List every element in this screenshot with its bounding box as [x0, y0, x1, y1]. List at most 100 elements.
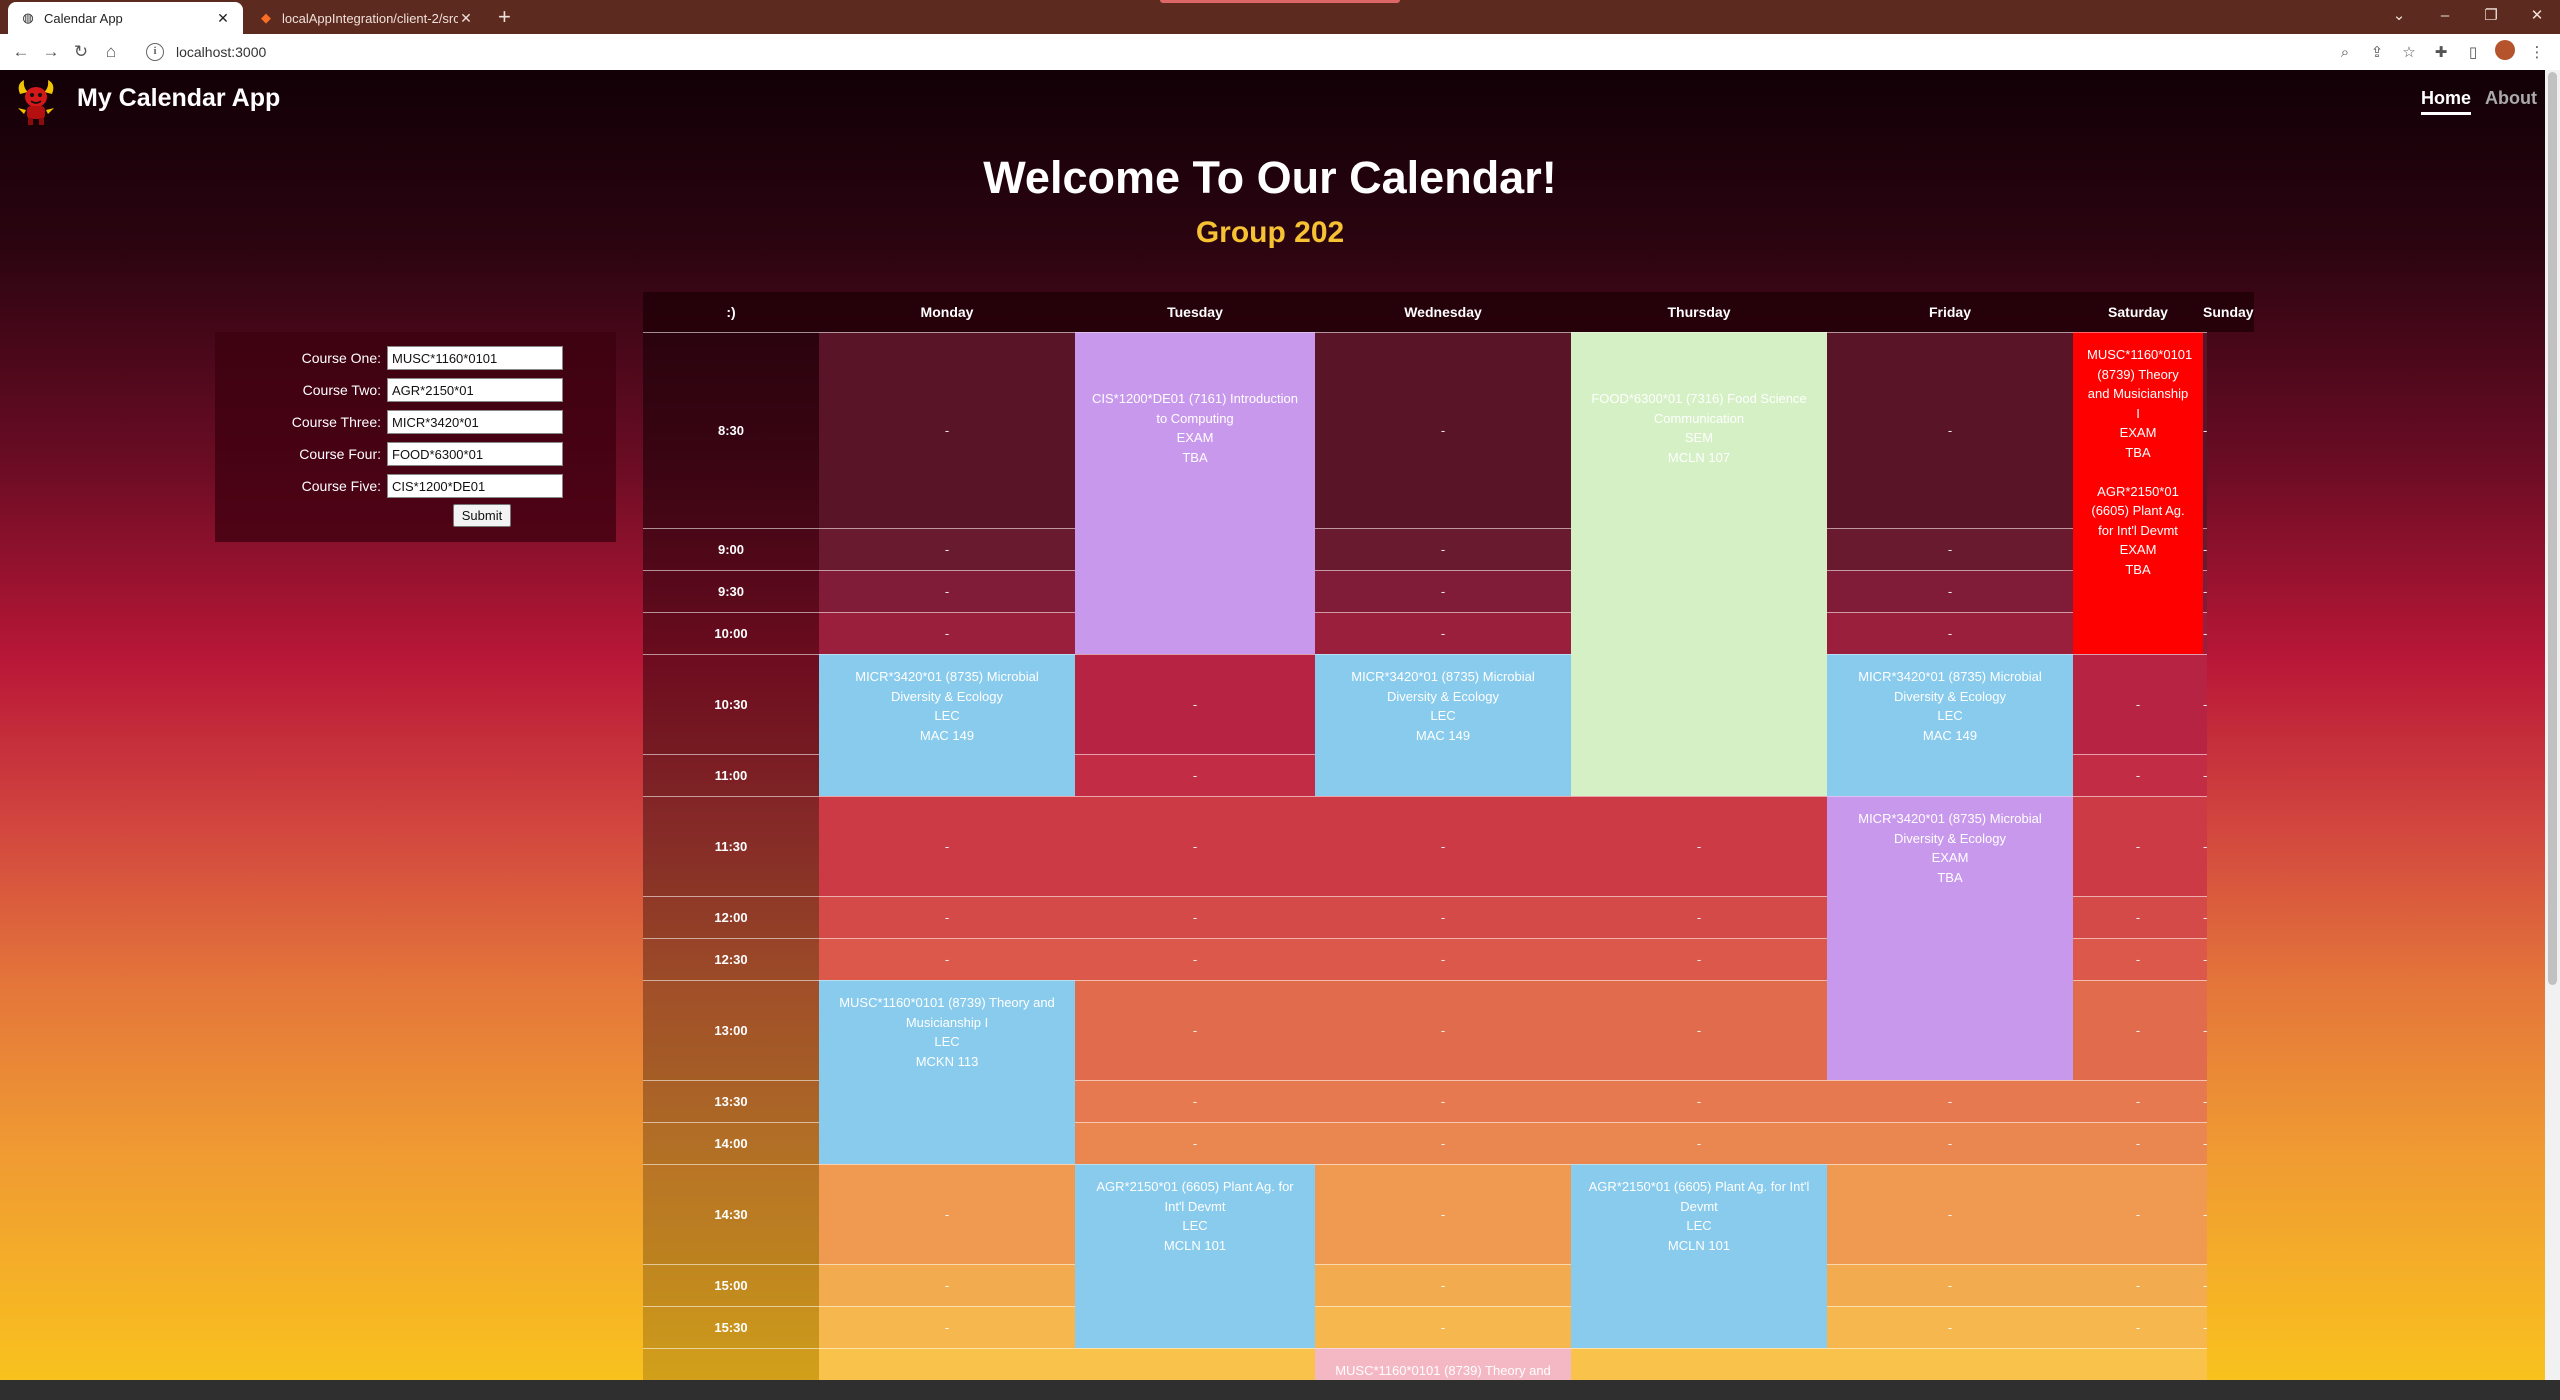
empty-slot[interactable]: -	[1315, 1122, 1571, 1164]
restore-icon[interactable]: ❐	[2468, 6, 2514, 24]
course-event[interactable]: MICR*3420*01 (8735) Microbial Diversity …	[1827, 796, 2073, 1080]
empty-slot[interactable]: -	[2203, 1080, 2208, 1122]
empty-slot[interactable]: -	[819, 938, 1075, 980]
nav-link-home[interactable]: Home	[2421, 88, 2472, 115]
empty-slot[interactable]: -	[2203, 528, 2208, 570]
empty-slot[interactable]: -	[1315, 528, 1571, 570]
empty-slot[interactable]: -	[2073, 1348, 2203, 1380]
zoom-icon[interactable]: ⌕	[2332, 44, 2358, 61]
empty-slot[interactable]: -	[2073, 654, 2203, 754]
empty-slot[interactable]: -	[1571, 1080, 1827, 1122]
empty-slot[interactable]: -	[2203, 612, 2208, 654]
empty-slot[interactable]: -	[1315, 980, 1571, 1080]
bookmark-star-icon[interactable]: ☆	[2396, 43, 2422, 61]
empty-slot[interactable]: -	[2203, 1348, 2208, 1380]
course-event[interactable]: MICR*3420*01 (8735) Microbial Diversity …	[819, 654, 1075, 796]
empty-slot[interactable]: -	[1571, 896, 1827, 938]
empty-slot[interactable]: -	[1075, 938, 1315, 980]
empty-slot[interactable]: -	[1315, 1080, 1571, 1122]
course-event[interactable]: MICR*3420*01 (8735) Microbial Diversity …	[1315, 654, 1571, 796]
nav-link-about[interactable]: About	[2485, 88, 2537, 115]
empty-slot[interactable]: -	[2203, 1264, 2208, 1306]
empty-slot[interactable]: -	[2203, 1306, 2208, 1348]
empty-slot[interactable]: -	[819, 1164, 1075, 1264]
empty-slot[interactable]: -	[1827, 1264, 2073, 1306]
share-icon[interactable]: ⇪	[2364, 43, 2390, 61]
empty-slot[interactable]: -	[819, 570, 1075, 612]
empty-slot[interactable]: -	[2203, 980, 2208, 1080]
empty-slot[interactable]: -	[1075, 896, 1315, 938]
empty-slot[interactable]: -	[2073, 1306, 2203, 1348]
course-event[interactable]: MUSC*1160*0101 (8739) Theory and Musicia…	[819, 980, 1075, 1164]
course-event[interactable]: MUSC*1160*0101 (8739) Theory and Musicia…	[2073, 332, 2203, 654]
empty-slot[interactable]: -	[1571, 1122, 1827, 1164]
empty-slot[interactable]: -	[2073, 1264, 2203, 1306]
extensions-icon[interactable]: ✚	[2428, 43, 2454, 61]
empty-slot[interactable]: -	[1827, 1348, 2073, 1380]
empty-slot[interactable]: -	[1075, 1122, 1315, 1164]
empty-slot[interactable]: -	[819, 1264, 1075, 1306]
empty-slot[interactable]: -	[819, 1306, 1075, 1348]
empty-slot[interactable]: -	[1827, 1122, 2073, 1164]
empty-slot[interactable]: -	[1315, 1164, 1571, 1264]
empty-slot[interactable]: -	[1075, 980, 1315, 1080]
empty-slot[interactable]: -	[2203, 938, 2208, 980]
course-event[interactable]: MICR*3420*01 (8735) Microbial Diversity …	[1827, 654, 2073, 796]
submit-button[interactable]: Submit	[453, 504, 511, 527]
menu-kebab-icon[interactable]: ⋮	[2524, 43, 2550, 61]
close-window-icon[interactable]: ✕	[2514, 6, 2560, 24]
empty-slot[interactable]: -	[1075, 1348, 1315, 1380]
empty-slot[interactable]: -	[1315, 570, 1571, 612]
reload-icon[interactable]: ↻	[66, 42, 96, 62]
empty-slot[interactable]: -	[819, 1348, 1075, 1380]
empty-slot[interactable]: -	[1315, 1306, 1571, 1348]
course-five-input[interactable]	[387, 474, 563, 498]
empty-slot[interactable]: -	[1315, 796, 1571, 896]
tab-gitlab[interactable]: ◆ localAppIntegration/client-2/src/ ✕	[246, 2, 486, 34]
close-tab-icon[interactable]: ✕	[458, 10, 474, 27]
empty-slot[interactable]: -	[2203, 1122, 2208, 1164]
course-four-input[interactable]	[387, 442, 563, 466]
empty-slot[interactable]: -	[1827, 332, 2073, 528]
empty-slot[interactable]: -	[1571, 938, 1827, 980]
empty-slot[interactable]: -	[1571, 796, 1827, 896]
back-icon[interactable]: ←	[6, 42, 36, 62]
empty-slot[interactable]: -	[2073, 980, 2203, 1080]
empty-slot[interactable]: -	[2203, 754, 2208, 796]
empty-slot[interactable]: -	[819, 896, 1075, 938]
empty-slot[interactable]: -	[2203, 796, 2208, 896]
address-bar[interactable]: i localhost:3000	[146, 38, 266, 66]
empty-slot[interactable]: -	[1315, 612, 1571, 654]
empty-slot[interactable]: -	[1315, 332, 1571, 528]
empty-slot[interactable]: -	[2073, 938, 2203, 980]
empty-slot[interactable]: -	[2203, 896, 2208, 938]
site-info-icon[interactable]: i	[146, 43, 164, 61]
course-event[interactable]: CIS*1200*DE01 (7161) Introduction to Com…	[1075, 332, 1315, 654]
empty-slot[interactable]: -	[1315, 1264, 1571, 1306]
empty-slot[interactable]: -	[2203, 1164, 2208, 1264]
empty-slot[interactable]: -	[2073, 1122, 2203, 1164]
close-tab-icon[interactable]: ✕	[215, 10, 231, 27]
empty-slot[interactable]: -	[1315, 896, 1571, 938]
app-brand[interactable]: My Calendar App	[77, 84, 280, 113]
scrollbar-thumb[interactable]	[2548, 72, 2557, 985]
home-icon[interactable]: ⌂	[96, 42, 126, 62]
profile-avatar[interactable]	[2492, 40, 2518, 64]
empty-slot[interactable]: -	[2073, 896, 2203, 938]
empty-slot[interactable]: -	[1827, 528, 2073, 570]
page-scrollbar[interactable]	[2545, 70, 2560, 1380]
new-tab-button[interactable]: +	[498, 5, 511, 29]
forward-icon[interactable]: →	[36, 42, 66, 62]
tab-search-icon[interactable]: ⌄	[2376, 6, 2422, 24]
empty-slot[interactable]: -	[819, 796, 1075, 896]
course-two-input[interactable]	[387, 378, 563, 402]
empty-slot[interactable]: -	[819, 612, 1075, 654]
empty-slot[interactable]: -	[1571, 1348, 1827, 1380]
empty-slot[interactable]: -	[1827, 1164, 2073, 1264]
course-one-input[interactable]	[387, 346, 563, 370]
minimize-icon[interactable]: –	[2422, 7, 2468, 24]
side-panel-icon[interactable]: ▯	[2460, 43, 2486, 61]
empty-slot[interactable]: -	[1075, 796, 1315, 896]
empty-slot[interactable]: -	[2203, 654, 2208, 754]
course-three-input[interactable]	[387, 410, 563, 434]
